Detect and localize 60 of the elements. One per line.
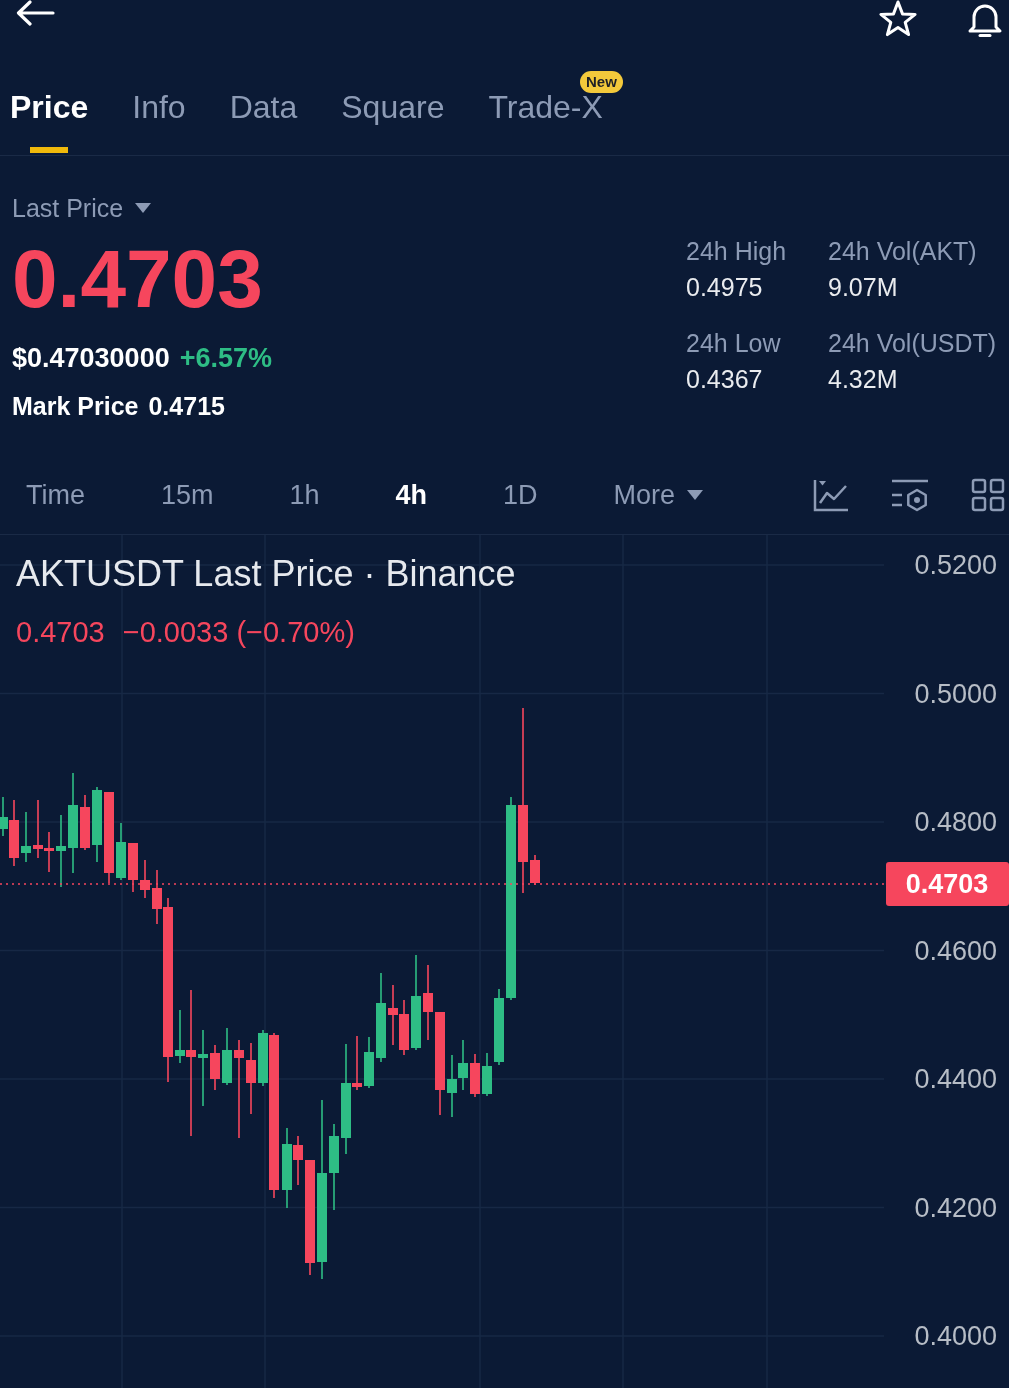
line-chart-icon[interactable] xyxy=(813,477,849,512)
tab[interactable]: Data xyxy=(229,85,298,153)
chart-title: AKTUSDT Last Price · Binance xyxy=(16,553,516,595)
candle xyxy=(44,831,54,873)
price-axis-label: 0.5000 xyxy=(914,678,997,709)
price-type-dropdown[interactable]: Last Price xyxy=(12,192,152,224)
tab[interactable]: Square xyxy=(341,85,445,153)
price-axis-label: 0.4000 xyxy=(914,1321,997,1351)
price-axis-label: 0.4600 xyxy=(914,935,997,966)
tab[interactable]: Price xyxy=(10,85,89,153)
back-arrow-icon[interactable] xyxy=(15,0,55,26)
interval-tab[interactable]: 1D xyxy=(503,476,538,513)
candle xyxy=(364,1036,374,1089)
stat-label: 24h High xyxy=(686,237,787,265)
legend-price: 0.4703 xyxy=(16,615,105,649)
price-axis-label: 0.5200 xyxy=(914,550,997,580)
candle xyxy=(33,799,43,859)
stat-label: 24h Low xyxy=(686,329,781,357)
usd-price: $0.47030000 xyxy=(12,342,170,374)
candle xyxy=(530,854,540,886)
candle xyxy=(222,1027,232,1086)
candle xyxy=(388,984,398,1046)
stat-value: 0.4367 xyxy=(686,365,763,393)
candle xyxy=(447,1054,457,1118)
last-price: 0.4703 xyxy=(12,239,263,319)
star-icon[interactable] xyxy=(878,0,918,37)
candle xyxy=(140,859,150,899)
mark-price-label: Mark Price xyxy=(12,391,139,422)
interval-tab[interactable]: 1h xyxy=(289,476,320,513)
interval-tab[interactable]: Time xyxy=(26,476,85,513)
interval-tab[interactable]: 15m xyxy=(161,476,214,513)
stat-value: 4.32M xyxy=(828,365,898,393)
change-percent: +6.57% xyxy=(179,342,272,374)
candle xyxy=(210,1044,220,1091)
settings-list-icon[interactable] xyxy=(890,477,930,512)
candle xyxy=(399,999,409,1056)
candle xyxy=(116,822,126,881)
caret-icon xyxy=(135,203,152,213)
candle xyxy=(470,1053,480,1098)
stat-value: 0.4975 xyxy=(686,273,763,301)
mark-price-value: 0.4715 xyxy=(148,391,225,422)
candle xyxy=(482,1052,492,1097)
tab[interactable]: Info xyxy=(132,85,186,153)
new-badge: New xyxy=(580,71,623,93)
stat-label: 24h Vol(USDT) xyxy=(828,329,997,357)
legend-change: −0.0033 (−0.70%) xyxy=(122,615,355,649)
interval-dropdown[interactable]: More xyxy=(613,476,704,513)
candle xyxy=(21,811,31,863)
price-axis-label: 0.4800 xyxy=(914,807,997,837)
caret-icon xyxy=(687,489,704,500)
grid-icon[interactable] xyxy=(971,477,1005,512)
price-axis-label: 0.4400 xyxy=(914,1064,997,1094)
candle xyxy=(458,1039,468,1091)
price-axis-label: 0.4200 xyxy=(914,1192,997,1223)
candle xyxy=(80,794,90,851)
candle xyxy=(128,842,138,893)
interval-tab[interactable]: 4h xyxy=(395,476,428,513)
stat-label: 24h Vol(AKT) xyxy=(828,237,977,265)
current-price-tag: 0.4703 xyxy=(886,862,1009,906)
stat-value: 9.07M xyxy=(828,273,898,301)
